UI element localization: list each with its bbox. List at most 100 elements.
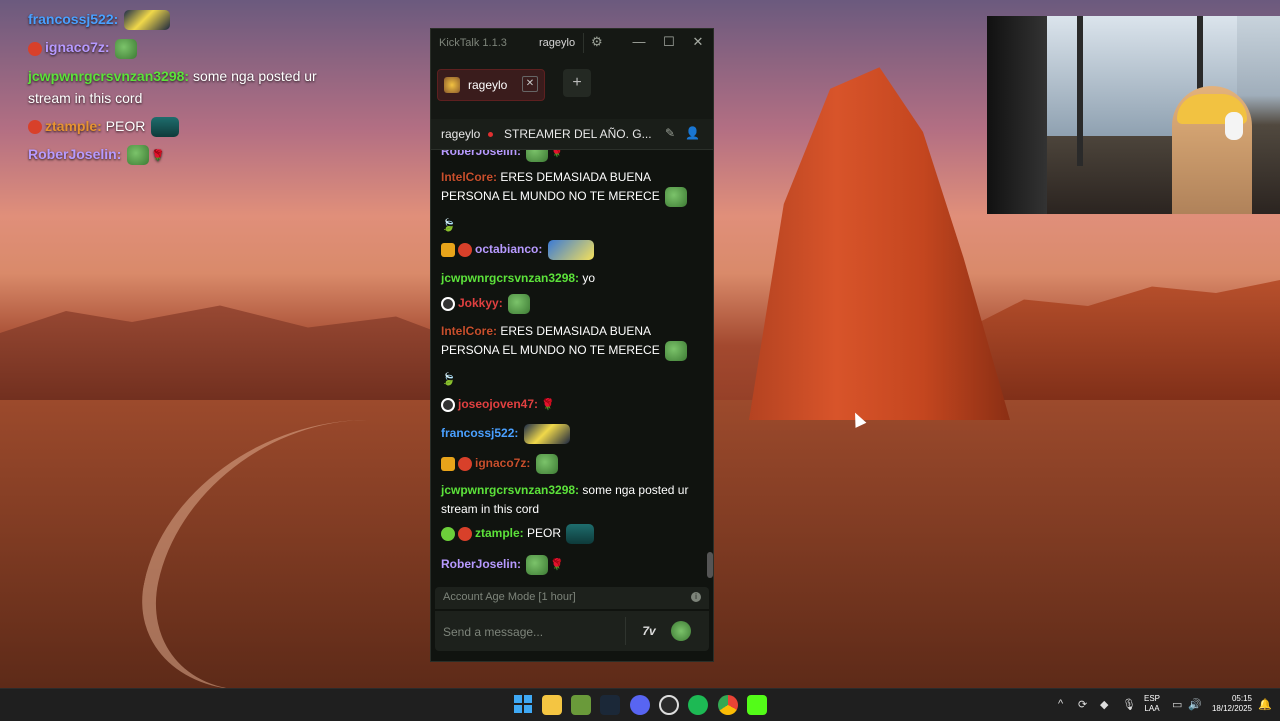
language-indicator[interactable]: ESP LAA [1144,694,1160,714]
chat-username[interactable]: jcwpwnrgcrsvnzan3298: [441,271,579,285]
overlay-message: jcwpwnrgcrsvnzan3298: some nga posted ur… [28,65,348,109]
chat-scrollbar[interactable] [707,552,713,578]
frog-emote-icon [115,38,138,59]
chat-message: ztample: PEOR [441,524,703,544]
channel-name[interactable]: rageylo [441,127,480,141]
sync-icon[interactable]: ⟳ [1078,698,1087,711]
kick-icon[interactable] [747,695,767,715]
overlay-username: ignaco7z: [45,39,110,56]
minecraft-icon[interactable] [571,695,591,715]
clock-date: 18/12/2025 [1211,704,1252,713]
chat-message: jcwpwnrgcrsvnzan3298: some nga posted ur… [441,481,703,519]
badge-icon [441,397,455,412]
volume-icon[interactable]: 🔊 [1188,698,1202,711]
language-code: ESP [1144,694,1161,703]
rose-icon: 🌹 [550,559,565,572]
badge-icon [458,457,472,471]
chat-username[interactable]: jcwpwnrgcrsvnzan3298: [441,483,579,497]
tab-rageylo[interactable]: rageylo ✕ [437,69,545,101]
clock[interactable]: 05:15 18/12/2025 [1206,694,1252,714]
taskbar: ^ ⟳ ◆ 🎙 ESP LAA ▭ 🔊 05:15 18/12/2025 🔔 [0,688,1280,721]
seventv-emote-button[interactable]: 7v [639,621,659,641]
chat-username[interactable]: IntelCore: [441,324,497,338]
steam-icon[interactable] [600,695,620,715]
tab-close-icon[interactable]: ✕ [522,76,538,92]
discord-icon[interactable] [630,695,650,715]
overlay-username: ztample: [45,117,102,134]
channel-avatar [444,77,460,93]
webcam-shadow [987,16,1047,214]
chat-message: RoberJoselin: 🌹 [441,555,703,575]
pin-icon[interactable]: ✎ [665,126,675,140]
chat-username[interactable]: RoberJoselin: [441,557,521,571]
chat-username[interactable]: RoberJoselin: [441,150,521,158]
chat-header: rageylo STREAMER DEL AÑO. G... ✎ 👤 [431,119,713,150]
overlay-message: RoberJoselin: 🌹 [28,143,348,167]
network-icon[interactable]: ▭ [1172,698,1182,711]
chat-username[interactable]: ztample: [475,526,524,540]
wallpaper-mesa-main [749,67,1010,420]
frog-emote-icon [526,555,549,575]
settings-gear-icon[interactable]: ⚙ [591,34,603,50]
add-tab-button[interactable]: + [563,69,591,97]
leaf-emote-icon: 🍃 [441,218,456,232]
maximize-button[interactable]: ☐ [661,34,677,50]
kicktalk-window: KickTalk 1.1.3 rageylo ⚙ — ☐ ✕ rageylo ✕… [430,28,714,662]
rose-icon: 🌹 [550,150,565,159]
wallpaper-mesa-left [0,305,440,410]
language-layout: LAA [1144,704,1160,713]
info-icon[interactable]: i [691,592,701,602]
badge-icon [458,243,472,257]
rose-icon: 🌹 [151,149,165,162]
obs-icon[interactable] [659,695,679,715]
title-bar[interactable]: KickTalk 1.1.3 rageylo ⚙ — ☐ ✕ [431,29,713,57]
file-explorer-icon[interactable] [542,695,562,715]
clock-time: 05:15 [1231,694,1252,703]
notifications-bell-icon[interactable]: 🔔 [1258,698,1272,711]
chat-message: francossj522: [441,424,703,444]
close-button[interactable]: ✕ [690,34,706,50]
chrome-icon[interactable] [718,695,738,715]
chat-message: IntelCore: ERES DEMASIADA BUENA PERSONA … [441,322,703,361]
chat-username[interactable]: ignaco7z: [475,456,530,470]
app-title: KickTalk 1.1.3 [439,37,507,49]
badge-icon [458,527,472,541]
message-input[interactable] [441,617,621,647]
chat-log[interactable]: RoberJoselin: 🌹 IntelCore: ERES DEMASIAD… [431,150,713,584]
user-icon[interactable]: 👤 [685,126,700,140]
minimize-button[interactable]: — [631,34,647,49]
badge-icon [28,119,42,134]
chat-message: jcwpwnrgcrsvnzan3298: yo [441,269,703,288]
spotify-icon[interactable] [688,695,708,715]
wallpaper-mesa-range [960,280,1280,410]
chat-text: yo [579,271,596,285]
frog-emote-icon [127,145,150,166]
cap-emote-icon [151,116,180,137]
frog-emote-icon [665,187,688,207]
microphone-icon[interactable]: 🎙 [1122,698,1136,711]
current-user[interactable]: rageylo [531,33,585,53]
chat-message: IntelCore: ERES DEMASIADA BUENA PERSONA … [441,168,703,207]
frog-emote-icon [508,294,531,314]
emote-picker-icon[interactable] [671,621,691,641]
chat-username[interactable]: joseojoven47: [458,397,538,411]
leaf-emote-icon: 🍃 [441,372,456,386]
chat-username[interactable]: francossj522: [441,426,518,440]
chat-text: PEOR [523,526,562,541]
frog-emote-icon [665,341,688,361]
minion-emote-icon [523,424,570,444]
chat-username[interactable]: octabianco: [475,242,542,256]
chat-mode-bar: Account Age Mode [1 hour] i [435,587,709,609]
chat-message: joseojoven47: 🌹 [441,395,703,415]
chat-username[interactable]: Jokkyy: [458,296,503,310]
stream-title: STREAMER DEL AÑO. G... [504,127,652,141]
overlay-message: francossj522: [28,8,348,31]
chat-username[interactable]: IntelCore: [441,170,497,184]
windows-start-icon[interactable] [513,695,533,715]
badge-icon [441,297,455,311]
frog-emote-icon [535,454,558,474]
composer: 7v [435,611,709,651]
tray-chevron-icon[interactable]: ^ [1058,698,1063,710]
security-shield-icon[interactable]: ◆ [1100,698,1108,711]
webcam-feed [987,16,1280,214]
